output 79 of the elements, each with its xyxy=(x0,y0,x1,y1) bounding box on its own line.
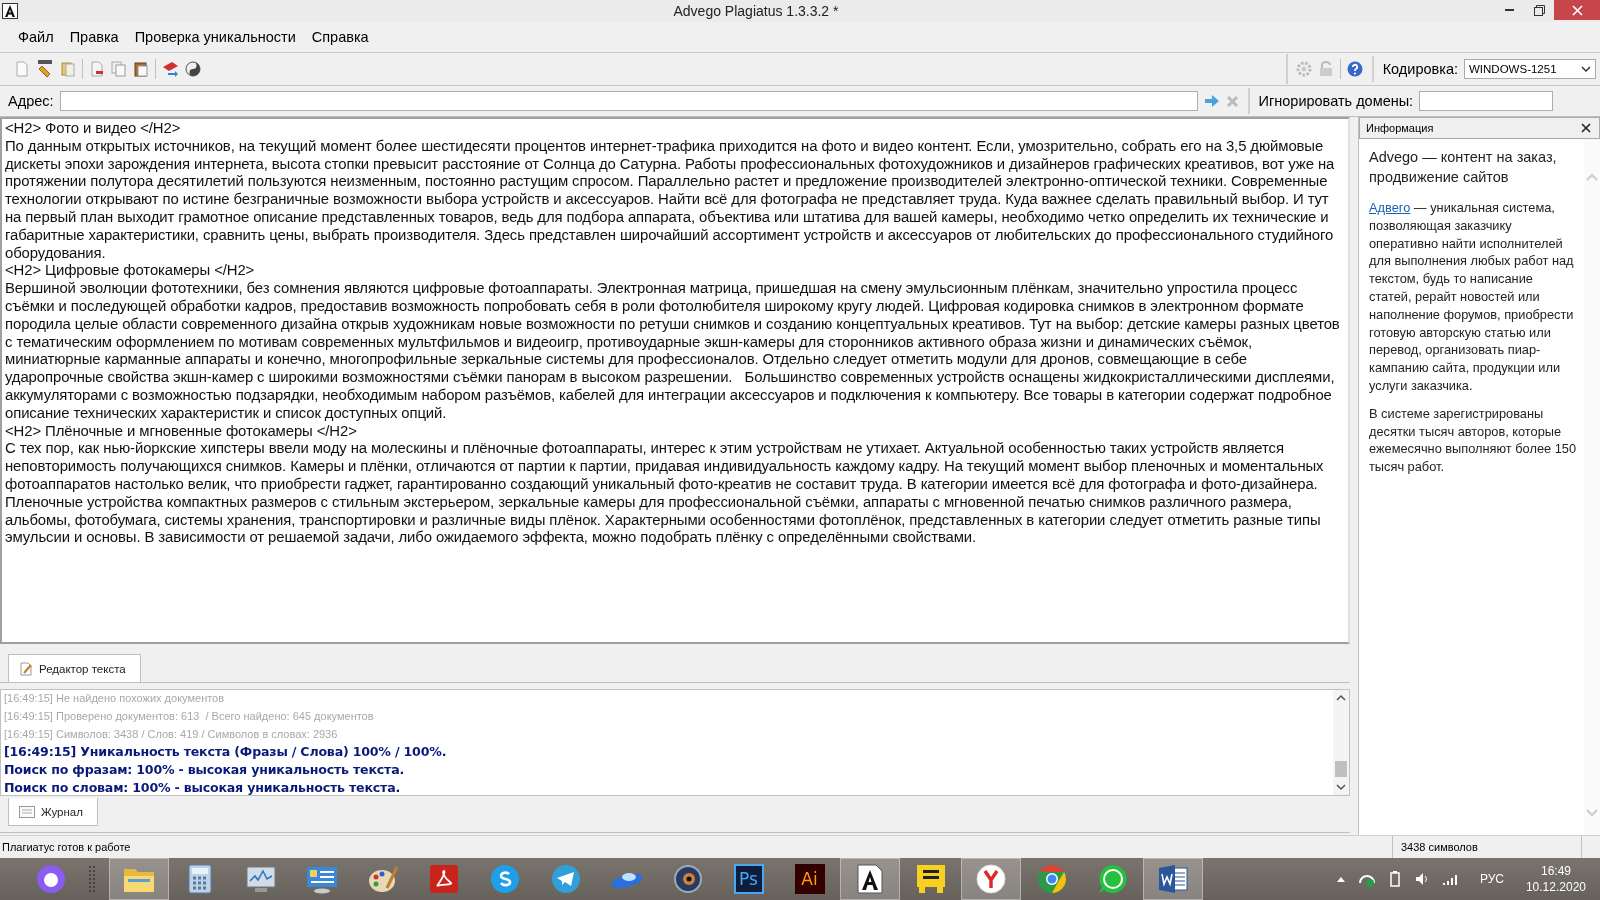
log-line: [16:49:15] Символов: 3438 / Слов: 419 / Символов в словах: 2936 xyxy=(4,726,339,742)
ignore-domains-field[interactable] xyxy=(1419,91,1554,111)
monitor-icon xyxy=(244,864,277,894)
clock[interactable]: 16:49 10.12.2020 xyxy=(1525,863,1586,895)
close-icon[interactable] xyxy=(1581,123,1591,133)
taskbar-app[interactable]: Ai xyxy=(779,858,840,900)
taskbar-app[interactable] xyxy=(840,858,900,900)
info-paragraph: Адвего — уникальная система, позволяющая заказчику оперативно найти исполнителей для выполнения любых работ над текстом, будь то написание статей, рерайт новостей или наполнение форумов, приобрести готовую авторскую статью или перевод, организовать пиар-кампанию сайта, продукции или услуги заказчика. xyxy=(1369,199,1575,395)
journal-tab[interactable]: Журнал xyxy=(8,798,98,826)
text-editor[interactable] xyxy=(0,117,1350,644)
app-badge-icon: Ai xyxy=(794,864,825,894)
circle-icon xyxy=(35,864,66,894)
log-line: [16:49:15] Уникальность текста (Фразы / Слова) 100% / 100%. xyxy=(4,743,448,762)
broom-icon[interactable] xyxy=(36,60,54,78)
advego-link[interactable]: Адвего xyxy=(1369,200,1411,215)
paragraph: <H2> Цифровые фотокамеры </H2> xyxy=(5,262,256,281)
paragraph: По данным открытых источников, на текущий момент более шестидесяти процентов интернет-трафика приходится на фото и видео контент. Если, умозрительно, собрать его на 3,5 дюймовые дискеты эпохи зарождения интернета, высота стопки превысит расстояние от Солнца до Сатурна. Работы профессиональных фотохудожников и дизайнеров графических креативов, вот уже на протяжении полутора десятилетий пользуются неизменным, постоянно растущим спросом. Параллельно растет и предложение производителей электронно-оптической техники. Современные технологии открывают по истине безграничные возможности выбора устройств и аксессуаров. Найти всё для фотографа не представляет труда. Куда важнее сделать правильный выбор. И тут на первый план выходит грамотное описание представленных товаров, ведь для подбора аппарата, объектива или штатива для вашей камеры, необходимо четко определить их технические и габаритные характеристики, сравнить цены, выбрать производителя. Здесь представлен широчайший ассортимент устройств и аксессуаров от любительских до профессионального студийного оборудования. xyxy=(5,137,1336,263)
app-icon xyxy=(2,3,18,19)
scroll-thumb[interactable] xyxy=(1335,761,1347,777)
edit-document-icon xyxy=(19,661,33,676)
menu-item[interactable]: Правка xyxy=(61,29,127,45)
log-line: [16:49:15] Не найдено похожих документов xyxy=(4,691,226,706)
battery-icon[interactable] xyxy=(1387,871,1402,887)
palette-icon xyxy=(366,864,399,894)
bars-icon xyxy=(915,864,946,894)
chat-icon xyxy=(1097,864,1128,894)
menu-item[interactable]: Справка xyxy=(303,29,377,45)
ignore-domains-label: Игнорировать домены: xyxy=(1258,93,1414,109)
pdf-icon xyxy=(429,865,458,893)
chevron-down-icon[interactable] xyxy=(1336,783,1346,791)
panel-title: Информация xyxy=(1366,122,1434,134)
encoding-dropdown[interactable]: WINDOWS-1251 xyxy=(1464,59,1596,79)
chevron-up-icon[interactable] xyxy=(1335,875,1346,883)
taskbar-app[interactable] xyxy=(1143,858,1203,900)
word-document-icon xyxy=(1158,864,1188,894)
chevron-down-icon xyxy=(1581,65,1591,73)
remove-document-icon[interactable] xyxy=(89,61,105,77)
menu-item[interactable]: Проверка уникальности xyxy=(126,29,304,45)
calculator-icon xyxy=(187,864,212,894)
browser-icon xyxy=(976,864,1006,894)
log-line: Поиск по словам: 100% - высокая уникальность текста. xyxy=(4,779,402,795)
language-indicator[interactable]: РУС xyxy=(1479,872,1504,886)
encoding-label: Кодировка: xyxy=(1382,61,1458,77)
yin-yang-icon[interactable] xyxy=(185,61,201,77)
paragraph: С тех пор, как нью-йоркские хипстеры ввели моду на молескины и плёночные фотоаппараты, интерес к этим устройствам не утихает. Актуальной особенностью таких устройств является неповторимость получающихся снимков. Камеры и плёнки, отличаются от партии к партии, придавая индивидуальность каждому кадру. На текущий момент выбор пленочных и моментальных фотоаппаратов настолько велик, что приобрести гаджет, гарантированно создающий уникальный фото-креатив не составит труда. В категории имеется всё для фотографа и фото-дизайнера. Пленочные устройства компактных размеров с стильным экстерьером, зеркальные камеры для профессиональной съёмки, аппараты с мгновенной печатью снимков различного размера, альбомы, фотобумага, системы хранения, транспортировки и различные виды плёнок. Характерными особенностями фотоплёнок, представленных в категории следует отметить разные типы эмульсии и основы. В зависимости от решаемой задачи, либо ожидаемого эффекта, можно подобрать плёнку с определёнными свойствами. xyxy=(5,440,1325,548)
log-line: [16:49:15] Проверено документов: 613 / Всего найдено: 645 документов xyxy=(4,708,375,724)
info-heading: Advego — контент на заказ, продвижение сайтов xyxy=(1369,148,1558,187)
document-icon xyxy=(856,864,884,894)
paper-plane-icon xyxy=(550,864,581,894)
log-line: Поиск по фразам: 100% - высокая уникальность текста. xyxy=(4,761,406,779)
paragraph: <H2> Фото и видео </H2> xyxy=(5,120,182,138)
paragraph: Вершиной эволюции фототехники, без сомнения являются цифровые фотоаппараты. Электронная матрица, пришедшая на смену эмульсионным плёнкам, значительно упростила процесс съёмки и последующей обработки кадров, предоставив возможность попробовать себя в роли фотолюбителя широкому кругу людей. Цифровая кодировка снимков в электронном формате породила целые области современного дизайна открыв художникам новые возможности по ретуши снимков и созданию концептуальных креативов. Тут на выбор: детские камеры разных цветов с тематическим оформлением по мотивам современных мультфильмов и видеоигр, противоударные экшн-камеры для сторонников активного образа жизни и динамических съёмок, миниатюрные карманные аппараты и конечно, многопрофильные зеркальные системы для профессионалов. Отдельно следует отметить модули для дронов, совмещающие в себе ударопрочные свойства экшн-камер с широкими возможностями съёмки панорам в высоком разрешении. Большинство современных устройств оснащены жидкокристаллическими дисплеями, аккумуляторами с возможностью подзарядки, необходимым набором разъёмов, кабелей для интеграции аксессуаров и подключения к компьютеру. Все товары в категории содержат подробное описание технических характеристик и список доступных опций. xyxy=(5,280,1341,423)
log-window-icon xyxy=(19,805,35,818)
taskbar-app[interactable]: Ps xyxy=(718,858,779,900)
close-icon xyxy=(1571,4,1583,16)
menu-item[interactable]: Файл xyxy=(10,29,62,45)
help-icon[interactable] xyxy=(1346,61,1363,77)
chrome-icon xyxy=(1036,864,1067,894)
restore-icon xyxy=(1533,4,1545,16)
volume-icon[interactable] xyxy=(1413,871,1430,887)
eye-icon xyxy=(672,864,703,894)
app-badge-icon: Ps xyxy=(733,864,764,894)
skype-icon xyxy=(489,864,520,894)
control-panel-icon xyxy=(305,864,338,894)
signal-icon[interactable] xyxy=(1441,872,1460,886)
minimize-icon xyxy=(1504,9,1514,11)
status-message: Плагиатус готов к работе xyxy=(1,841,132,853)
close-button[interactable] xyxy=(1554,0,1600,20)
scrollbar[interactable] xyxy=(1333,690,1349,795)
window-title: Advego Plagiatus 1.3.3.2 * xyxy=(672,3,840,19)
address-field[interactable] xyxy=(59,91,1198,111)
paragraph: <H2> Плёночные и мгновенные фотокамеры </H2> xyxy=(5,422,358,441)
editor-tab[interactable]: Редактор текста xyxy=(8,654,141,682)
paste-icon[interactable] xyxy=(133,61,149,77)
address-label: Адрес: xyxy=(8,93,54,109)
grip-icon xyxy=(89,864,97,894)
chevron-up-icon[interactable] xyxy=(1336,694,1346,702)
check-icon[interactable] xyxy=(162,61,179,77)
info-paragraph: В системе зарегистрированы десятки тысяч авторов, которые ежемесячно выполняют более 150 тысяч работ. xyxy=(1369,404,1578,476)
